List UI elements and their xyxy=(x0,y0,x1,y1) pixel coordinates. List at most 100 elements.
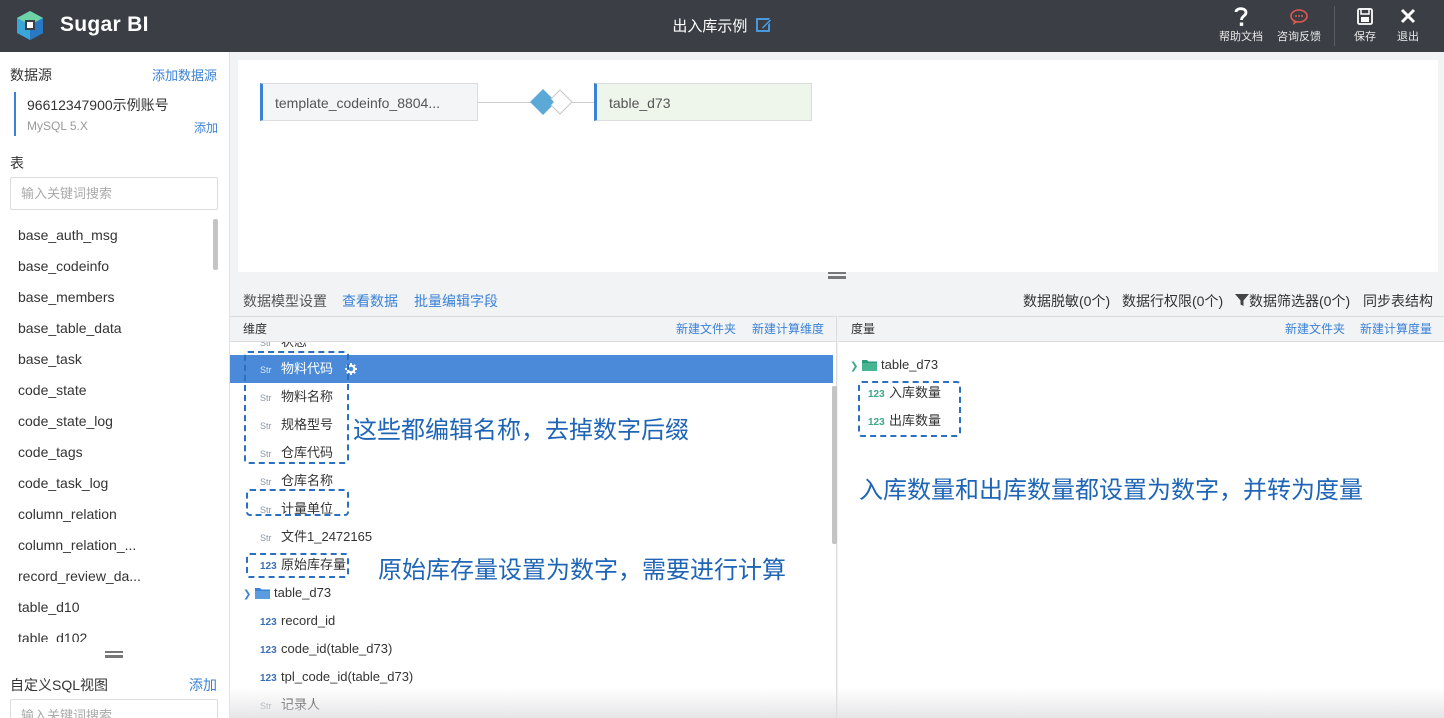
field-type-tag: 123 xyxy=(260,617,277,628)
target-table-node[interactable]: table_d73 xyxy=(594,83,812,121)
source-table-node[interactable]: template_codeinfo_8804... xyxy=(260,83,478,121)
model-settings-tab[interactable]: 数据模型设置 xyxy=(243,291,327,311)
edit-title-icon[interactable] xyxy=(755,17,772,33)
canvas-resize-handle[interactable] xyxy=(828,272,846,279)
field-type-tag: Str xyxy=(260,421,272,431)
dimensions-scrollbar[interactable] xyxy=(832,386,837,544)
dimension-field[interactable]: 123 tpl_code_id(table_d73) xyxy=(230,663,830,691)
field-name: record_id xyxy=(281,613,336,628)
table-list-item[interactable]: code_tags xyxy=(0,437,220,468)
filter-icon xyxy=(1235,294,1249,306)
table-list-item[interactable]: table_d102 xyxy=(0,623,220,642)
measure-field[interactable]: 123 入库数量 xyxy=(838,379,1438,407)
brand-name: Sugar BI xyxy=(60,13,149,36)
table-list-item[interactable]: column_relation_... xyxy=(0,530,220,561)
brand[interactable]: Sugar BI xyxy=(14,9,149,41)
measure-new-folder-link[interactable]: 新建文件夹 xyxy=(1285,317,1345,341)
measure-field[interactable]: 123 出库数量 xyxy=(838,407,1438,435)
chevron-down-icon[interactable]: ❯ xyxy=(243,581,255,609)
dimensions-header: 维度 新建文件夹 新建计算维度 xyxy=(230,316,837,342)
measures-list: ❯ table_d73 123 入库数量 123 出库数量 xyxy=(838,342,1444,718)
field-name: 记录人 xyxy=(281,697,321,712)
table-list-item[interactable]: base_table_data xyxy=(0,313,220,344)
datasource-name: 96612347900示例账号 xyxy=(27,97,169,113)
folder-name: table_d73 xyxy=(274,585,332,600)
field-type-tag: Str xyxy=(260,449,272,459)
dimension-field[interactable]: Str 物料名称 xyxy=(230,383,830,411)
field-type-tag: 123 xyxy=(260,561,277,572)
gear-icon[interactable] xyxy=(344,363,357,375)
field-type-tag: Str xyxy=(260,365,272,375)
row-permission-button[interactable]: 数据行权限(0个) xyxy=(1122,291,1223,311)
table-list-item[interactable]: base_task xyxy=(0,344,220,375)
dim-new-folder-link[interactable]: 新建文件夹 xyxy=(676,317,736,341)
field-type-tag: Str xyxy=(260,477,272,487)
batch-edit-fields-link[interactable]: 批量编辑字段 xyxy=(414,291,498,311)
exit-button[interactable]: 退出 xyxy=(1393,6,1423,44)
view-data-link[interactable]: 查看数据 xyxy=(342,291,398,311)
close-icon xyxy=(1400,8,1416,24)
new-calc-dimension-link[interactable]: 新建计算维度 xyxy=(752,317,824,341)
add-datasource-link[interactable]: 添加数据源 xyxy=(152,65,217,84)
table-list-item[interactable]: code_state_log xyxy=(0,406,220,437)
datasource-item[interactable]: 96612347900示例账号 MySQL 5.X 添加 xyxy=(14,92,218,136)
table-list-item[interactable]: table_d10 xyxy=(0,592,220,623)
field-type-tag: 123 xyxy=(868,417,885,428)
dimension-field[interactable]: Str 计量单位 xyxy=(230,495,830,523)
table-list-item[interactable]: code_state xyxy=(0,375,220,406)
dimension-field-selected[interactable]: Str 物料代码 xyxy=(230,355,833,383)
save-label: 保存 xyxy=(1354,31,1376,43)
dimension-field[interactable]: Str 记录人 xyxy=(230,691,830,718)
field-name: tpl_code_id(table_d73) xyxy=(281,669,414,684)
table-search-input[interactable] xyxy=(10,177,218,210)
sql-view-search-input[interactable] xyxy=(10,699,218,718)
datasource-type: MySQL 5.X xyxy=(27,119,88,133)
table-list-scrollbar[interactable] xyxy=(213,219,218,270)
dimension-field[interactable]: 123 record_id xyxy=(230,607,830,635)
sync-structure-button[interactable]: 同步表结构 xyxy=(1363,291,1433,311)
data-source-sidebar: 数据源 添加数据源 96612347900示例账号 MySQL 5.X 添加 表… xyxy=(0,52,230,718)
table-list: base_auth_msg base_codeinfo base_members… xyxy=(0,220,220,642)
table-list-item[interactable]: column_relation xyxy=(0,499,220,530)
top-bar: Sugar BI 出入库示例 帮助文档 咨询反馈 保存 退出 xyxy=(0,0,1444,52)
new-calc-measure-link[interactable]: 新建计算度量 xyxy=(1360,317,1432,341)
field-name: 物料名称 xyxy=(281,389,334,404)
help-docs-label: 帮助文档 xyxy=(1219,31,1263,43)
data-masking-button[interactable]: 数据脱敏(0个) xyxy=(1023,291,1110,311)
dimension-field[interactable]: Str状态 xyxy=(230,342,830,356)
dimension-field[interactable]: Str 文件1_2472165 xyxy=(230,523,830,551)
save-disk-icon xyxy=(1357,8,1373,25)
document-title-text: 出入库示例 xyxy=(672,18,748,35)
tables-heading: 表 xyxy=(10,155,24,171)
add-sql-view-link[interactable]: 添加 xyxy=(189,675,217,695)
help-docs-button[interactable]: 帮助文档 xyxy=(1216,6,1266,44)
field-name: 仓库名称 xyxy=(281,473,334,488)
feedback-button[interactable]: 咨询反馈 xyxy=(1273,6,1325,44)
datasource-add-link[interactable]: 添加 xyxy=(194,119,218,136)
dimension-field[interactable]: 123 code_id(table_d73) xyxy=(230,635,830,663)
measures-title: 度量 xyxy=(851,322,876,336)
field-name: code_id(table_d73) xyxy=(281,641,393,656)
table-list-item[interactable]: base_codeinfo xyxy=(0,251,220,282)
table-list-item[interactable]: record_review_da... xyxy=(0,561,220,592)
sidebar-resize-handle[interactable] xyxy=(105,651,123,658)
dimension-field[interactable]: Str 仓库名称 xyxy=(230,467,830,495)
join-diamond-icon[interactable] xyxy=(530,89,578,115)
table-list-item[interactable]: base_members xyxy=(0,282,220,313)
field-name: 出库数量 xyxy=(889,413,942,428)
data-filter-button[interactable]: 数据筛选器(0个) xyxy=(1249,291,1350,311)
field-type-tag: 123 xyxy=(260,645,277,656)
chevron-down-icon[interactable]: ❯ xyxy=(850,353,862,381)
chat-bubble-icon xyxy=(1290,9,1308,25)
rename-annotation: 这些都编辑名称，去掉数字后缀 xyxy=(353,417,689,444)
save-button[interactable]: 保存 xyxy=(1350,6,1380,44)
field-type-tag: Str xyxy=(260,393,272,403)
field-name: 入库数量 xyxy=(889,385,942,400)
table-list-item[interactable]: code_task_log xyxy=(0,468,220,499)
folder-icon xyxy=(255,588,270,599)
table-list-item[interactable]: base_auth_msg xyxy=(0,220,220,251)
folder-icon xyxy=(862,360,877,371)
measure-folder[interactable]: ❯ table_d73 xyxy=(838,351,1438,379)
field-type-tag: 123 xyxy=(260,673,277,684)
field-name: 规格型号 xyxy=(281,417,334,432)
